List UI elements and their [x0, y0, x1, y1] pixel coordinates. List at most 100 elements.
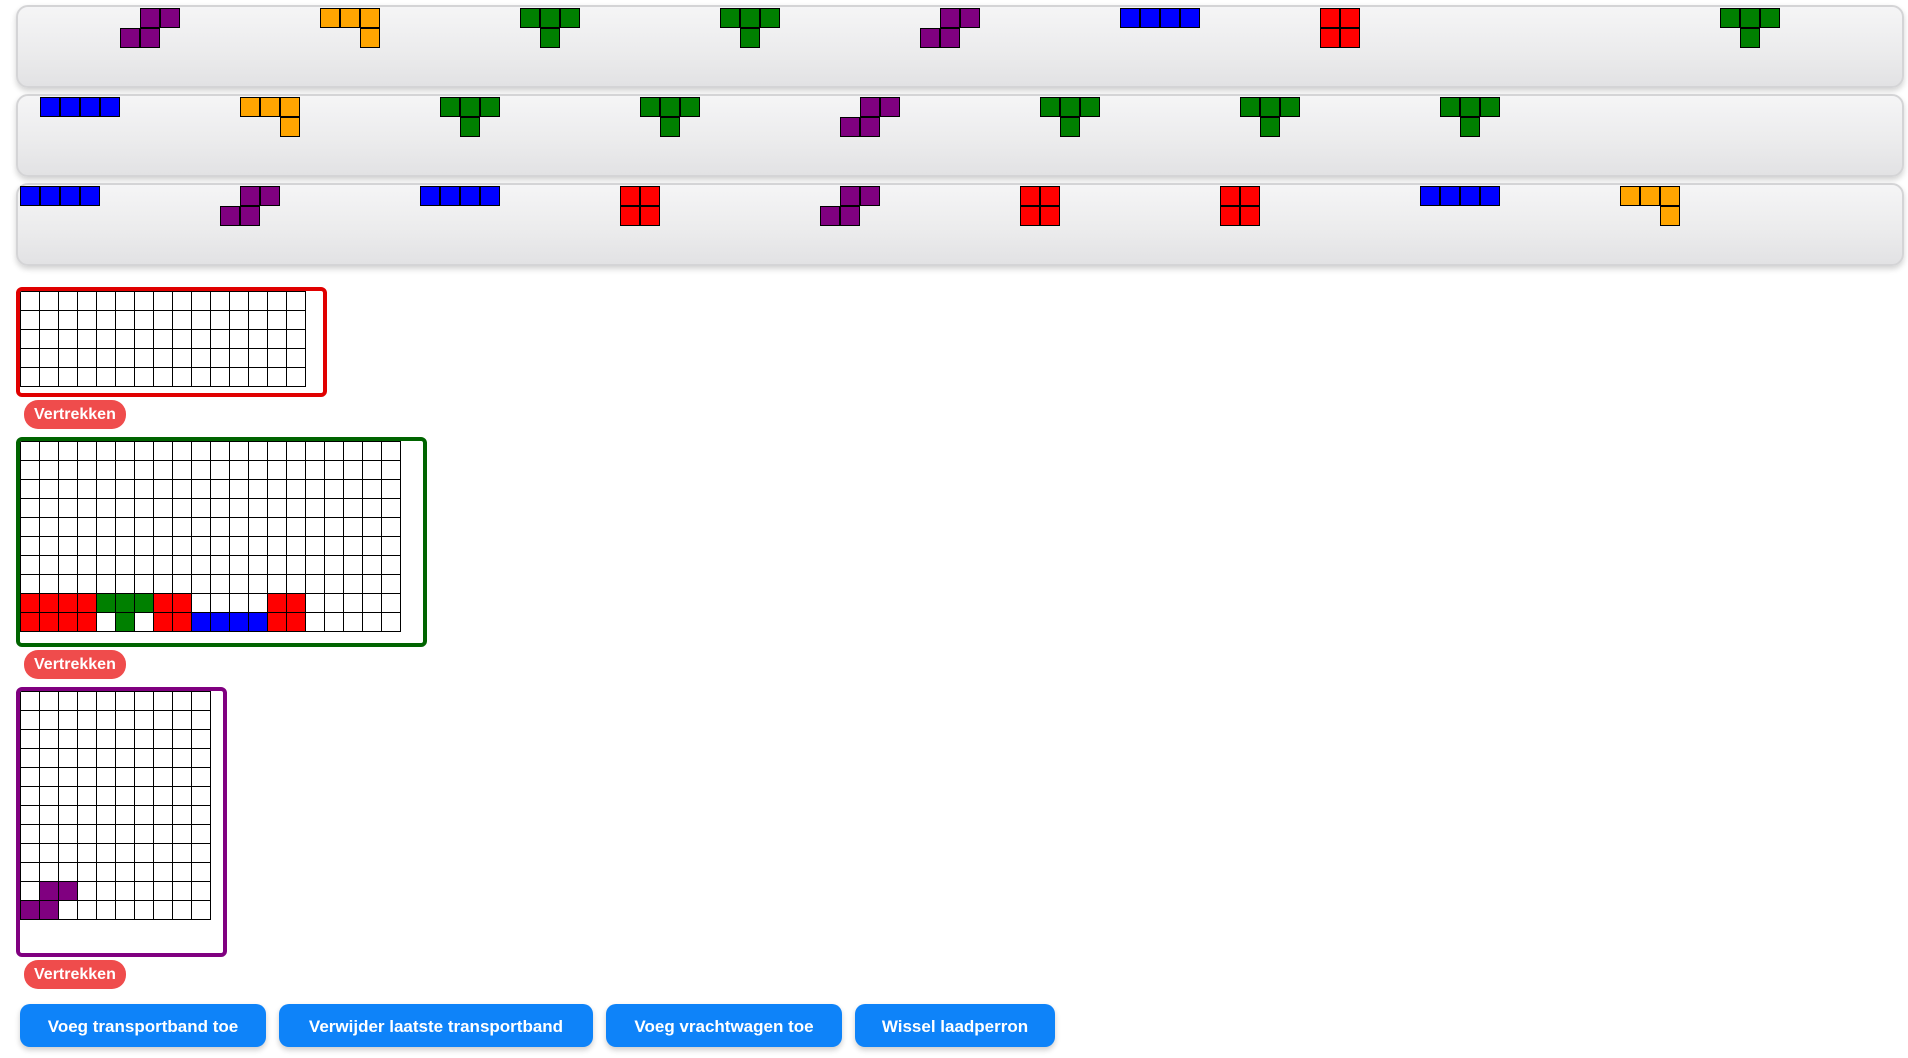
grid-cell[interactable]	[20, 729, 40, 749]
grid-cell[interactable]	[248, 329, 268, 349]
grid-cell[interactable]	[210, 441, 230, 461]
grid-cell[interactable]	[20, 786, 40, 806]
grid-cell[interactable]	[267, 498, 287, 518]
grid-cell[interactable]	[210, 517, 230, 537]
grid-cell[interactable]	[305, 517, 325, 537]
grid-cell[interactable]	[286, 329, 306, 349]
grid-cell[interactable]	[191, 498, 211, 518]
grid-cell[interactable]	[39, 348, 59, 368]
grid-cell[interactable]	[153, 479, 173, 499]
grid-cell[interactable]	[134, 517, 154, 537]
grid-cell[interactable]	[134, 329, 154, 349]
grid-cell[interactable]	[134, 555, 154, 575]
grid-cell[interactable]	[191, 843, 211, 863]
grid-cell[interactable]	[153, 691, 173, 711]
grid-cell[interactable]	[267, 441, 287, 461]
grid-cell[interactable]	[115, 574, 135, 594]
grid-cell[interactable]	[58, 710, 78, 730]
grid-cell[interactable]	[267, 574, 287, 594]
grid-cell[interactable]	[305, 479, 325, 499]
grid-cell[interactable]	[20, 291, 40, 311]
grid-cell[interactable]	[115, 367, 135, 387]
grid-cell[interactable]	[248, 348, 268, 368]
grid-cell[interactable]	[134, 441, 154, 461]
grid-cell[interactable]	[191, 329, 211, 349]
grid-cell[interactable]	[286, 593, 306, 613]
grid-cell[interactable]	[286, 310, 306, 330]
grid-cell[interactable]	[58, 786, 78, 806]
grid-cell[interactable]	[153, 900, 173, 920]
grid-cell[interactable]	[153, 517, 173, 537]
grid-cell[interactable]	[20, 881, 40, 901]
grid-cell[interactable]	[115, 460, 135, 480]
grid-cell[interactable]	[191, 691, 211, 711]
grid-cell[interactable]	[58, 843, 78, 863]
grid-cell[interactable]	[20, 498, 40, 518]
grid-cell[interactable]	[172, 805, 192, 825]
grid-cell[interactable]	[39, 291, 59, 311]
grid-cell[interactable]	[248, 479, 268, 499]
grid-cell[interactable]	[343, 498, 363, 518]
grid-cell[interactable]	[115, 612, 135, 632]
grid-cell[interactable]	[96, 729, 116, 749]
grid-cell[interactable]	[77, 729, 97, 749]
grid-cell[interactable]	[115, 536, 135, 556]
grid-cell[interactable]	[58, 291, 78, 311]
grid-cell[interactable]	[172, 691, 192, 711]
grid-cell[interactable]	[134, 536, 154, 556]
grid-cell[interactable]	[305, 555, 325, 575]
grid-cell[interactable]	[20, 574, 40, 594]
grid-cell[interactable]	[20, 824, 40, 844]
grid-cell[interactable]	[39, 691, 59, 711]
grid-cell[interactable]	[191, 479, 211, 499]
grid-cell[interactable]	[229, 291, 249, 311]
grid-cell[interactable]	[58, 574, 78, 594]
grid-cell[interactable]	[248, 310, 268, 330]
grid-cell[interactable]	[58, 348, 78, 368]
grid-cell[interactable]	[58, 691, 78, 711]
grid-cell[interactable]	[58, 748, 78, 768]
grid-cell[interactable]	[362, 612, 382, 632]
grid-cell[interactable]	[58, 310, 78, 330]
grid-cell[interactable]	[362, 593, 382, 613]
grid-cell[interactable]	[77, 555, 97, 575]
grid-cell[interactable]	[229, 498, 249, 518]
grid-cell[interactable]	[77, 786, 97, 806]
grid-cell[interactable]	[248, 460, 268, 480]
grid-cell[interactable]	[286, 574, 306, 594]
grid-cell[interactable]	[343, 479, 363, 499]
grid-cell[interactable]	[39, 767, 59, 787]
grid-cell[interactable]	[115, 441, 135, 461]
grid-cell[interactable]	[96, 843, 116, 863]
grid-cell[interactable]	[77, 900, 97, 920]
grid-cell[interactable]	[191, 824, 211, 844]
grid-cell[interactable]	[324, 441, 344, 461]
grid-cell[interactable]	[153, 310, 173, 330]
grid-cell[interactable]	[191, 536, 211, 556]
grid-cell[interactable]	[286, 460, 306, 480]
grid-cell[interactable]	[267, 479, 287, 499]
grid-cell[interactable]	[362, 517, 382, 537]
grid-cell[interactable]	[191, 348, 211, 368]
grid-cell[interactable]	[248, 574, 268, 594]
grid-cell[interactable]	[20, 593, 40, 613]
grid-cell[interactable]	[324, 612, 344, 632]
grid-cell[interactable]	[39, 612, 59, 632]
grid-cell[interactable]	[39, 862, 59, 882]
grid-cell[interactable]	[20, 460, 40, 480]
truck-red[interactable]	[16, 287, 327, 397]
grid-cell[interactable]	[39, 900, 59, 920]
grid-cell[interactable]	[77, 748, 97, 768]
grid-cell[interactable]	[153, 612, 173, 632]
grid-cell[interactable]	[77, 367, 97, 387]
grid-cell[interactable]	[362, 460, 382, 480]
grid-cell[interactable]	[20, 710, 40, 730]
grid-cell[interactable]	[153, 498, 173, 518]
grid-cell[interactable]	[58, 329, 78, 349]
grid-cell[interactable]	[134, 881, 154, 901]
grid-cell[interactable]	[172, 479, 192, 499]
grid-cell[interactable]	[229, 367, 249, 387]
grid-cell[interactable]	[20, 691, 40, 711]
grid-cell[interactable]	[286, 441, 306, 461]
grid-cell[interactable]	[362, 574, 382, 594]
